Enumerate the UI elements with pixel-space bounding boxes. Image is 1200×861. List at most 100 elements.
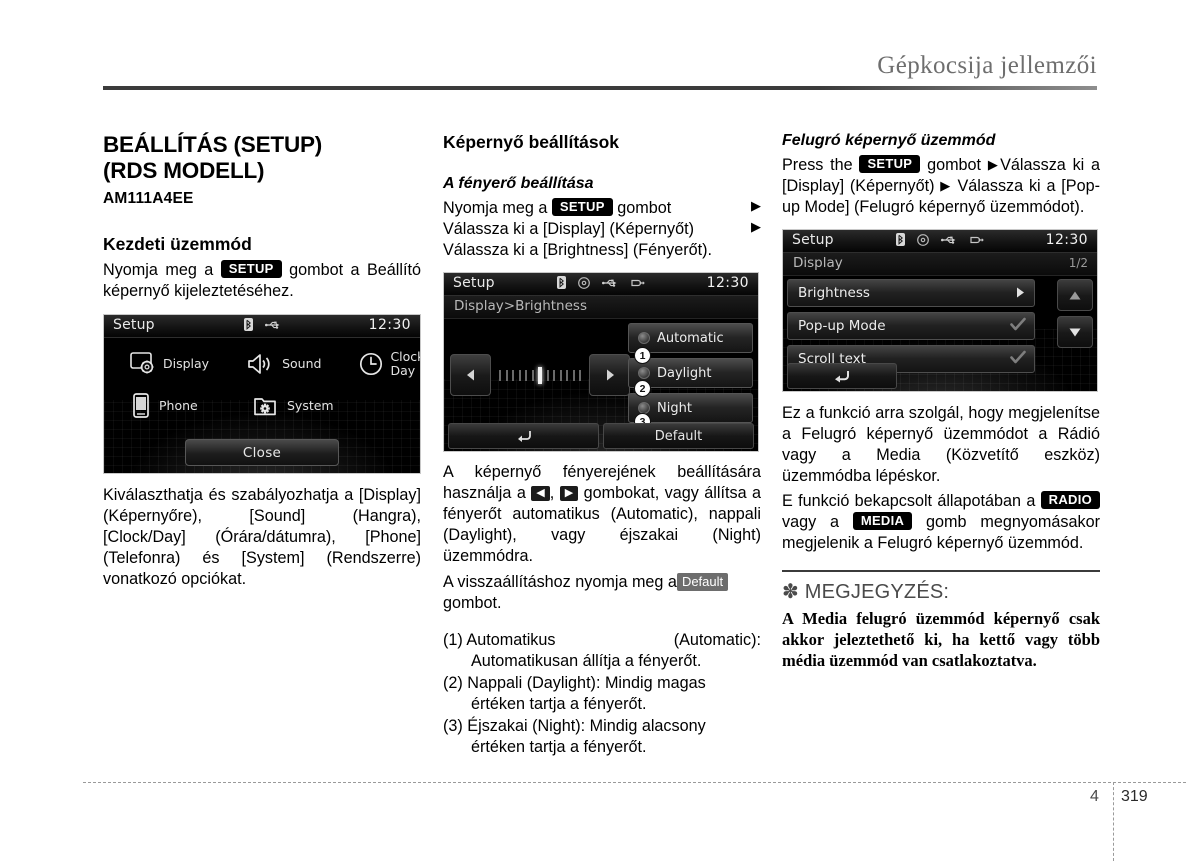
radio-key-pill: RADIO [1040, 491, 1101, 509]
scroll-up-button[interactable] [1057, 279, 1093, 311]
list-row-popup-mode[interactable]: Pop-up Mode [787, 312, 1035, 340]
brightness-mode-options: Automatic Daylight Night [628, 323, 753, 428]
italic-title-popup-mode: Felugró képernyő üzemmód [782, 132, 996, 149]
brightness-ticks[interactable] [499, 366, 581, 384]
page-indicator: 1/2 [1068, 256, 1088, 270]
list-desc-3: értéken tartja a fényerőt. [471, 738, 647, 756]
check-icon [1010, 317, 1026, 336]
row-label-brightness: Brightness [798, 285, 870, 301]
brightness-increase-button[interactable] [589, 354, 630, 396]
list-item-2: (2) Nappali (Daylight): Mindig magas ért… [443, 673, 761, 715]
step-pre: Nyomja meg a [443, 199, 548, 217]
scroll-down-button[interactable] [1057, 316, 1093, 348]
radio-icon [638, 332, 650, 344]
tick [512, 369, 514, 381]
setup-key-pill: SETUP [220, 260, 282, 278]
default-button[interactable]: Default [603, 423, 754, 449]
tick [546, 369, 549, 381]
radio-icon [638, 367, 650, 379]
close-button[interactable]: Close [185, 439, 339, 466]
step-arrow-icon: ▶ [751, 198, 761, 213]
back-button[interactable] [448, 423, 599, 449]
page-title: Gépkocsija jellemzői [877, 52, 1097, 79]
setup-menu-grid: Display Sound Clock/Day [104, 350, 420, 419]
tick [505, 369, 508, 381]
device-screenshot-setup-home: Setup 12:30 Display Sound Cloc Day Phone… [103, 314, 421, 474]
popup-steps: Press the SETUP gombot ▶Válassza ki a [D… [782, 155, 1100, 218]
menu-label-phone: Phone [159, 398, 198, 414]
footer-page-number: 319 [1121, 788, 1148, 805]
list-desc-2: értéken tartja a fényerőt. [471, 695, 647, 713]
device-screenshot-brightness: Setup 12:30 Display>Brightness Automatic… [443, 272, 759, 452]
list-desc-1: Automatikusan állítja a fényerőt. [471, 652, 702, 670]
phone-icon [130, 393, 152, 419]
para2-a: A visszaállításhoz nyomja meg a [443, 573, 677, 591]
device-status-bar: Setup 12:30 [783, 230, 1097, 253]
breadcrumb: Display>Brightness [454, 298, 587, 314]
intro-text-before: Nyomja meg a [103, 261, 214, 279]
tick [553, 369, 555, 381]
setup-menu-row-1: Display Sound Clock/Day [104, 350, 420, 377]
menu-item-sound[interactable]: Sound [247, 350, 321, 377]
note-divider [782, 570, 1100, 572]
brightness-step-2: Válassza ki a [Display] (Képernyőt) ▶ [443, 219, 761, 240]
subsection-title-initial-mode: Kezdeti üzemmód [103, 234, 252, 254]
speaker-icon [247, 353, 275, 375]
device-clock: 12:30 [1045, 232, 1088, 248]
device-status-bar: Setup 12:30 [444, 273, 758, 296]
menu-item-display[interactable]: Display [130, 350, 209, 377]
tick [499, 369, 501, 381]
menu-item-system[interactable]: System [254, 393, 340, 419]
list-item-3: (3) Éjszakai (Night): Mindig alacsony ér… [443, 716, 761, 758]
section-title: BEÁLLÍTÁS (SETUP) (RDS MODELL) [103, 132, 421, 184]
initial-mode-paragraph: Nyomja meg a SETUP gombot a Beállító kép… [103, 260, 421, 302]
option-label-automatic: Automatic [657, 330, 724, 346]
header-divider-gradient [820, 86, 1097, 90]
italic-title-brightness: A fényerő beállítása [443, 175, 594, 192]
callout-1: 1 [634, 347, 651, 364]
para2-a: E funkció bekapcsolt állapotában a [782, 492, 1036, 510]
step2-text: Válassza ki a [Display] (Képernyőt) [443, 220, 695, 238]
menu-label-system: System [287, 398, 334, 414]
menu-item-phone[interactable]: Phone [130, 393, 216, 419]
left-caption: Kiválaszthatja és szabályozhatja a [Disp… [103, 486, 421, 588]
brightness-decrease-button[interactable] [450, 354, 491, 396]
list-label-3: Éjszakai (Night): Mindig alacsony [467, 717, 706, 735]
popup-description-1: Ez a funkció arra szolgál, hogy megjelen… [782, 404, 1100, 485]
step-arrow-icon: ▶ [751, 219, 761, 234]
chevron-right-icon [1015, 284, 1026, 303]
popup-description-2: E funkció bekapcsolt állapotában a RADIO… [782, 491, 1101, 554]
manual-page: Gépkocsija jellemzői BEÁLLÍTÁS (SETUP) (… [0, 0, 1200, 861]
media-key-pill: MEDIA [852, 512, 913, 530]
list-row-brightness[interactable]: Brightness [787, 279, 1035, 307]
bluetooth-icon [243, 318, 253, 331]
setup-key-pill: SETUP [859, 155, 921, 173]
brightness-steps: Nyomja meg a SETUP gombot ▶ Válassza ki … [443, 198, 761, 261]
option-label-daylight: Daylight [657, 365, 712, 381]
brightness-mode-list: (1) Automatikus (Automatic): Automatikus… [443, 630, 761, 758]
menu-label-display: Display [163, 355, 210, 371]
usb-icon [264, 320, 281, 330]
brightness-slider-control [450, 353, 630, 397]
subsection-title-display-settings: Képernyő beállítások [443, 132, 620, 152]
list-label-2: Nappali (Daylight): Mindig magas [467, 674, 706, 692]
device-breadcrumb-bar: Display 1/2 [783, 253, 1097, 276]
bluetooth-icon [556, 276, 566, 289]
footer-chapter-number: 4 [1090, 788, 1099, 805]
para2-b: vagy a [782, 513, 840, 531]
aux-icon [969, 235, 985, 245]
para2-b: gombot. [443, 594, 502, 612]
tick [572, 369, 575, 381]
aux-icon [630, 278, 646, 288]
back-button[interactable] [787, 363, 897, 389]
list-item-1: (1) Automatikus (Automatic): Automatikus… [443, 630, 761, 672]
tick [566, 369, 568, 381]
callout-2: 2 [634, 380, 651, 397]
tick [531, 369, 534, 381]
tick [525, 369, 527, 381]
step-post: gombot [927, 156, 982, 174]
menu-item-clock-day[interactable]: Clock/Day [359, 350, 420, 377]
list-num-1: (1) [443, 631, 463, 649]
page-header: Gépkocsija jellemzői [0, 52, 1200, 92]
clock-icon [359, 352, 383, 376]
